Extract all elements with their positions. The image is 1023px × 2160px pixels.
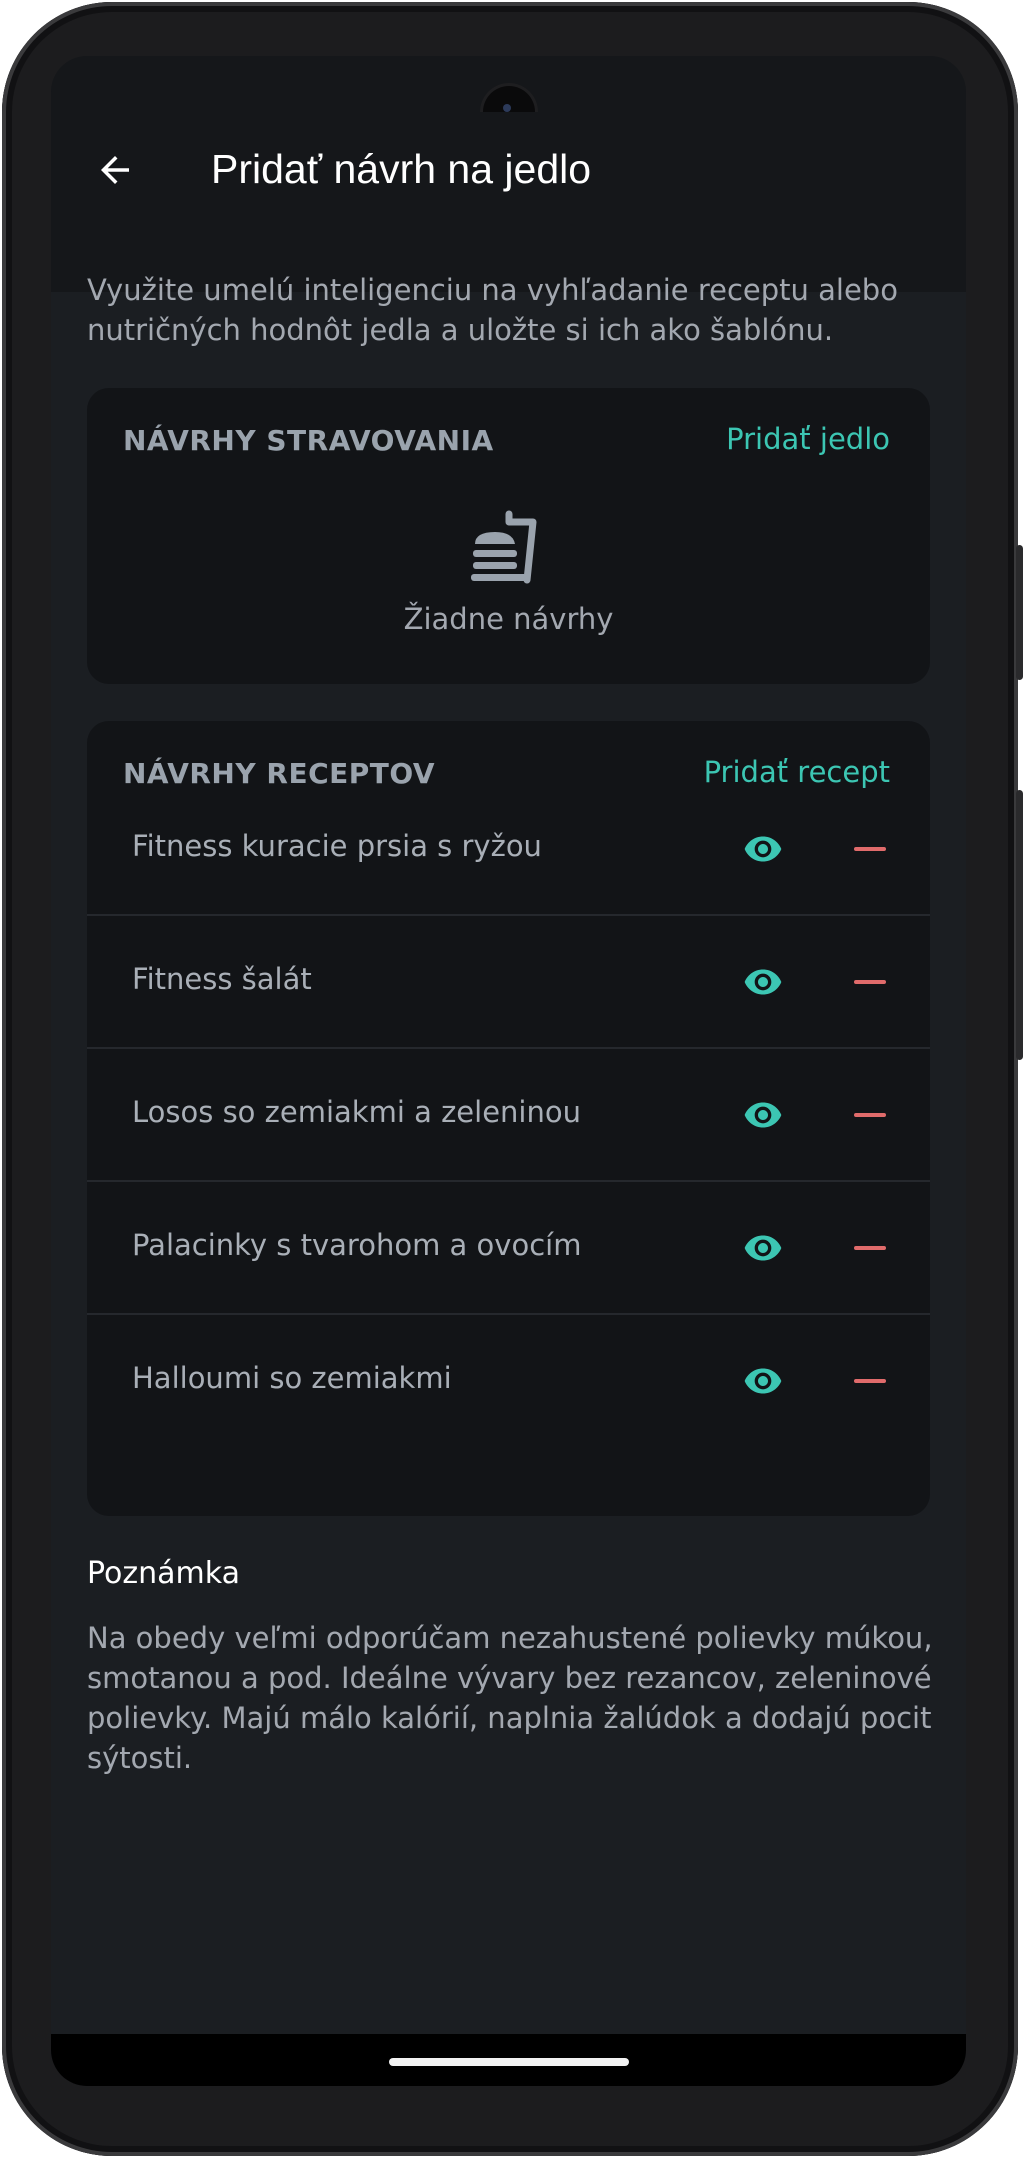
view-recipe-button[interactable] (733, 1222, 793, 1274)
recipe-name: Fitness kuracie prsia s ryžou (132, 829, 542, 863)
minus-icon (854, 847, 886, 851)
note-title: Poznámka (87, 1556, 240, 1591)
intro-text: Využite umelú inteligenciu na vyhľadanie… (87, 273, 898, 347)
add-meal-button[interactable]: Pridať jedlo (726, 422, 890, 456)
minus-icon (854, 980, 886, 984)
view-recipe-button[interactable] (733, 1089, 793, 1141)
list-item[interactable]: Halloumi so zemiakmi (87, 1315, 930, 1448)
remove-recipe-button[interactable] (844, 823, 896, 875)
recipe-name: Halloumi so zemiakmi (132, 1361, 452, 1395)
view-recipe-button[interactable] (733, 823, 793, 875)
eye-icon (744, 1235, 782, 1261)
list-item[interactable]: Fitness šalát (87, 916, 930, 1049)
arrow-left-icon (101, 156, 129, 184)
minus-icon (854, 1246, 886, 1250)
remove-recipe-button[interactable] (844, 1222, 896, 1274)
view-recipe-button[interactable] (733, 1355, 793, 1407)
remove-recipe-button[interactable] (844, 1089, 896, 1141)
minus-icon (854, 1379, 886, 1383)
list-item[interactable]: Losos so zemiakmi a zeleninou (87, 1049, 930, 1182)
list-item[interactable]: Fitness kuracie prsia s ryžou (87, 783, 930, 916)
eye-icon (744, 969, 782, 995)
recipe-name: Losos so zemiakmi a zeleninou (132, 1095, 581, 1129)
recipe-name: Fitness šalát (132, 962, 312, 996)
note-text: Na obedy veľmi odporúčam nezahustené pol… (87, 1621, 933, 1775)
recipe-suggestions-card: NÁVRHY RECEPTOV Pridať recept Fitness ku… (87, 721, 930, 1516)
home-indicator[interactable] (389, 2058, 629, 2066)
eye-icon (744, 1368, 782, 1394)
view-recipe-button[interactable] (733, 956, 793, 1008)
phone-device: Pridať návrh na jedlo Využite umelú inte… (0, 0, 1023, 2160)
power-button (1016, 545, 1023, 680)
recipe-name: Palacinky s tvarohom a ovocím (132, 1228, 582, 1262)
remove-recipe-button[interactable] (844, 1355, 896, 1407)
app-bar (51, 112, 966, 292)
back-button[interactable] (87, 142, 143, 198)
meal-suggestions-header: NÁVRHY STRAVOVANIA (123, 424, 494, 457)
eye-icon (744, 1102, 782, 1128)
list-item[interactable]: Palacinky s tvarohom a ovocím (87, 1182, 930, 1315)
app-screen: Pridať návrh na jedlo Využite umelú inte… (51, 56, 966, 2086)
empty-state-text: Žiadne návrhy (403, 602, 614, 636)
remove-recipe-button[interactable] (844, 956, 896, 1008)
food-tray-icon (471, 510, 537, 584)
page-title: Pridať návrh na jedlo (211, 146, 592, 192)
minus-icon (854, 1113, 886, 1117)
volume-button (1016, 790, 1023, 1060)
meal-suggestions-card: NÁVRHY STRAVOVANIA Pridať jedlo Žiadne n… (87, 388, 930, 684)
eye-icon (744, 836, 782, 862)
